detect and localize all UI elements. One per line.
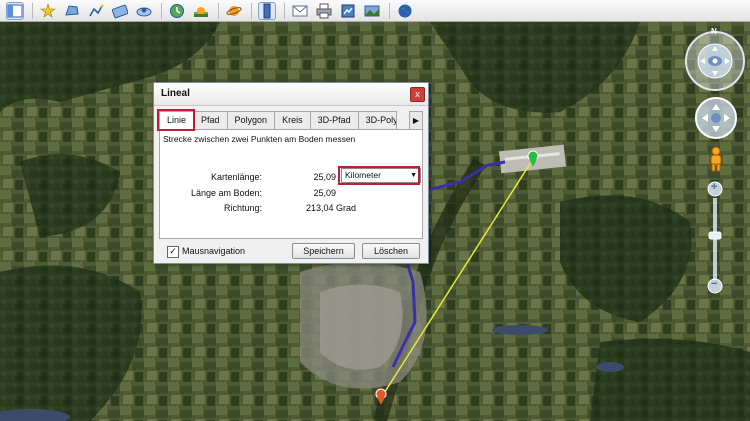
check-icon: ✓ bbox=[169, 246, 177, 256]
polygon-icon[interactable] bbox=[63, 2, 81, 20]
look-control[interactable] bbox=[694, 96, 738, 140]
north-label: N bbox=[711, 27, 717, 36]
close-button[interactable]: x bbox=[410, 87, 425, 102]
path-icon[interactable] bbox=[87, 2, 105, 20]
tab-kreis[interactable]: Kreis bbox=[274, 111, 311, 129]
direction-value: 213,04 Grad bbox=[305, 203, 356, 213]
ground-length-value: 25,09 bbox=[313, 188, 336, 198]
toolbar-separator bbox=[251, 2, 252, 19]
measure-tabs: Linie Pfad Polygon Kreis 3D-Pfad 3D-Poly… bbox=[159, 111, 423, 130]
compass-control[interactable]: N bbox=[684, 27, 746, 92]
measure-description: Strecke zwischen zwei Punkten am Boden m… bbox=[163, 134, 356, 144]
placemark-icon[interactable] bbox=[39, 2, 57, 20]
delete-button[interactable]: Löschen bbox=[362, 243, 420, 259]
earth-icon[interactable] bbox=[396, 2, 414, 20]
sunlight-icon[interactable] bbox=[192, 2, 210, 20]
street-view-pegman-icon[interactable] bbox=[706, 146, 726, 172]
tab-scroll-right-icon[interactable]: ▶ bbox=[409, 111, 423, 130]
mouse-navigation-label[interactable]: Mausnavigation bbox=[182, 246, 245, 256]
email-icon[interactable] bbox=[291, 2, 309, 20]
ruler-icon[interactable] bbox=[258, 1, 276, 20]
tab-polygon[interactable]: Polygon bbox=[226, 111, 276, 129]
save-button[interactable]: Speichern bbox=[292, 243, 355, 259]
tab-3d-pfad[interactable]: 3D-Pfad bbox=[309, 111, 359, 129]
zoom-in-icon[interactable]: + bbox=[711, 181, 717, 193]
unit-select-highlight bbox=[338, 166, 420, 185]
tab-pfad[interactable]: Pfad bbox=[193, 111, 228, 129]
toolbar-separator bbox=[218, 2, 219, 19]
toolbar-separator bbox=[284, 2, 285, 19]
direction-label: Richtung: bbox=[223, 203, 262, 213]
map-length-value: 25,09 bbox=[313, 172, 336, 182]
toolbar-separator bbox=[389, 2, 390, 19]
print-icon[interactable] bbox=[315, 2, 333, 20]
dialog-titlebar[interactable]: Lineal x bbox=[154, 83, 428, 106]
toolbar bbox=[0, 0, 750, 22]
tab-3d-polygon[interactable]: 3D-Poly bbox=[357, 111, 397, 129]
map-length-label: Kartenlänge: bbox=[210, 172, 262, 182]
kml-icon[interactable] bbox=[339, 2, 357, 20]
sidebar-icon[interactable] bbox=[6, 1, 24, 20]
historical-imagery-icon[interactable] bbox=[168, 2, 186, 20]
image-overlay-icon[interactable] bbox=[111, 2, 129, 20]
ground-length-label: Länge am Boden: bbox=[190, 188, 262, 198]
mouse-navigation-checkbox[interactable]: ✓ bbox=[167, 246, 179, 258]
toolbar-separator bbox=[32, 2, 33, 19]
dialog-title: Lineal bbox=[161, 88, 190, 99]
zoom-out-icon[interactable]: − bbox=[711, 278, 717, 290]
photo-icon[interactable] bbox=[363, 2, 381, 20]
zoom-slider[interactable]: + − bbox=[704, 180, 726, 298]
planets-icon[interactable] bbox=[225, 2, 243, 20]
toolbar-separator bbox=[161, 2, 162, 19]
tour-icon[interactable] bbox=[135, 2, 153, 20]
dialog-footer: ✓ Mausnavigation Speichern Löschen bbox=[159, 243, 423, 261]
ruler-dialog: Lineal x Linie Pfad Polygon Kreis 3D-Pfa… bbox=[153, 82, 429, 264]
close-icon: x bbox=[415, 89, 420, 99]
linie-tab-highlight bbox=[157, 109, 195, 131]
